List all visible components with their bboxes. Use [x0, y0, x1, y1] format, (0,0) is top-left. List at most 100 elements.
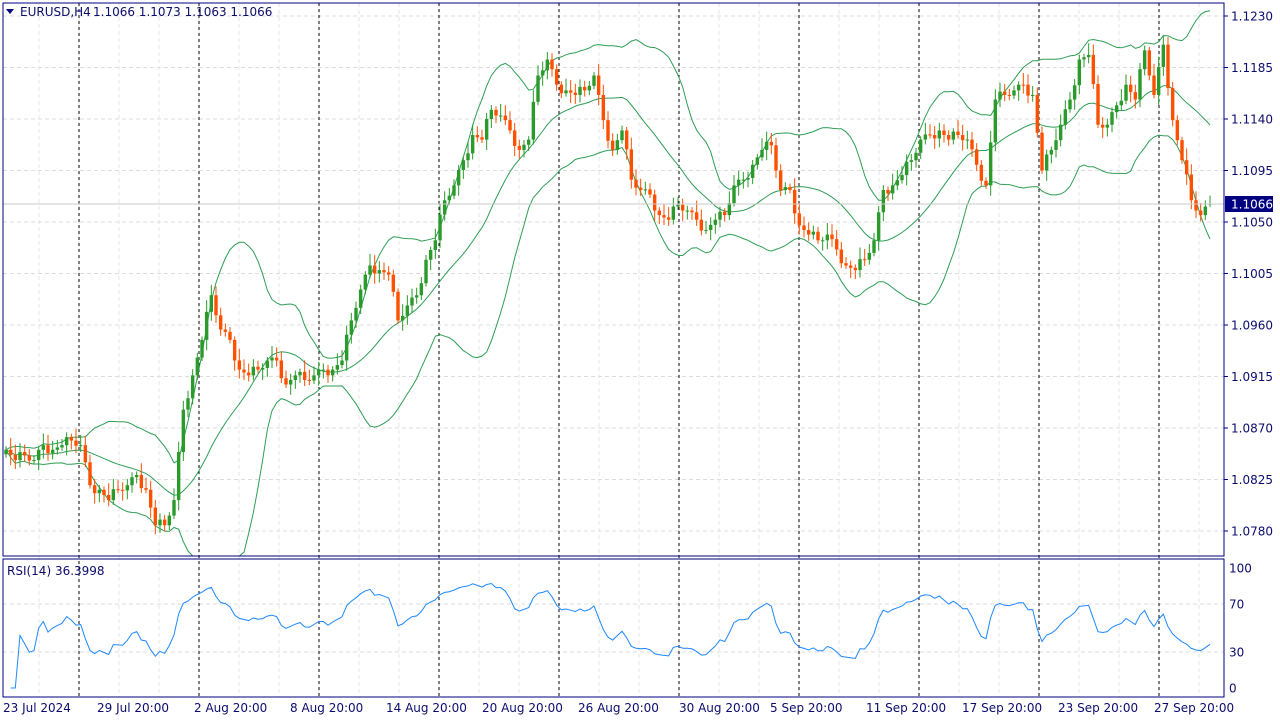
candle-body: [4, 449, 8, 455]
candle-body: [984, 180, 988, 186]
candle-body: [321, 369, 326, 371]
candle-body: [1166, 44, 1170, 89]
candle-body: [466, 153, 470, 161]
candle-body: [447, 195, 452, 201]
candle-body: [601, 94, 606, 121]
candle-body: [1128, 84, 1133, 93]
candle-body: [102, 489, 106, 495]
candle-body: [746, 177, 750, 180]
candle-body: [344, 334, 349, 361]
candle-body: [428, 250, 433, 260]
candle-body: [1030, 94, 1035, 96]
candle-body: [116, 489, 120, 491]
candle-body: [1091, 54, 1096, 85]
candle-body: [629, 149, 634, 180]
candle-body: [722, 211, 727, 216]
candle[interactable]: [200, 336, 204, 362]
candle-body: [522, 144, 526, 150]
candle-body: [195, 357, 200, 376]
candle-body: [1068, 99, 1072, 110]
candle-body: [125, 485, 130, 491]
candle-body: [526, 139, 531, 145]
candle-body: [610, 140, 615, 150]
time-tick-label: 30 Aug 20:00: [679, 701, 760, 715]
candle-body: [788, 187, 792, 190]
candle-body: [27, 455, 32, 461]
candle-body: [1100, 124, 1105, 128]
candle[interactable]: [1166, 37, 1170, 96]
candle-body: [256, 366, 260, 370]
candle-body: [144, 488, 148, 490]
candle-body: [41, 445, 46, 450]
candle-body: [181, 409, 186, 453]
candle-body: [1049, 149, 1054, 155]
candle-body: [330, 369, 335, 376]
rsi-tick-label: 70: [1229, 598, 1244, 612]
candle-body: [316, 369, 321, 376]
candle-body: [764, 141, 769, 150]
candle-body: [699, 219, 704, 231]
candle-body: [1147, 50, 1152, 76]
candle-body: [1063, 109, 1068, 125]
candle-body: [844, 263, 848, 266]
candle-body: [88, 462, 92, 486]
candle-body: [783, 187, 788, 190]
candle-body: [890, 185, 895, 194]
candle-body: [494, 109, 498, 116]
candle-body: [853, 267, 858, 271]
time-tick-label: 26 Aug 20:00: [578, 701, 659, 715]
candle[interactable]: [1147, 46, 1152, 81]
time-tick-label: 5 Sep 20:00: [770, 701, 842, 715]
candle-body: [806, 230, 811, 235]
candle-body: [232, 339, 237, 361]
candle-body: [260, 367, 265, 370]
candle-body: [1203, 206, 1208, 216]
candle[interactable]: [396, 288, 400, 324]
chart-window[interactable]: 1.1230 1.1185 1.1140 1.1095 1.1050 1.1005 1.09…: [0, 0, 1280, 720]
candle-body: [456, 169, 461, 186]
candle-body: [293, 375, 298, 380]
candle-body: [452, 185, 456, 196]
candle[interactable]: [181, 400, 186, 461]
candle-body: [246, 372, 251, 376]
candle-body: [158, 519, 162, 526]
candle-body: [550, 59, 554, 70]
candle-body: [750, 164, 755, 178]
candle-body: [900, 175, 904, 181]
candle-body: [830, 234, 834, 240]
candle-body: [1152, 75, 1156, 95]
background: [0, 0, 1280, 720]
candle-body: [106, 494, 111, 501]
candle-body: [83, 445, 88, 463]
price-tick-label: 1.0960: [1231, 319, 1273, 333]
candle-body: [270, 357, 274, 361]
candle-body: [736, 179, 741, 186]
candle-body: [904, 161, 909, 176]
time-tick-label: 23 Sep 20:00: [1058, 701, 1138, 715]
candle-body: [1035, 94, 1040, 133]
candle-body: [1054, 140, 1058, 150]
candle-body: [923, 134, 928, 140]
candle-body: [484, 119, 489, 140]
candle-body: [648, 189, 652, 195]
candle[interactable]: [1040, 126, 1044, 174]
candle-body: [1072, 85, 1077, 100]
candle-body: [960, 135, 965, 141]
candle-body: [918, 139, 923, 153]
candle-body: [545, 59, 550, 71]
candle-body: [643, 189, 648, 191]
candle[interactable]: [1170, 81, 1175, 127]
candle-body: [685, 210, 690, 212]
candle-body: [382, 270, 386, 273]
candle[interactable]: [1180, 136, 1184, 164]
price-tick-label: 1.1140: [1231, 113, 1273, 127]
candle-body: [410, 297, 414, 306]
price-tick-label: 1.1185: [1231, 61, 1273, 75]
candle-body: [914, 152, 918, 161]
candle-body: [377, 270, 382, 274]
candle-body: [442, 200, 447, 215]
time-tick-label: 23 Jul 2024: [3, 701, 71, 715]
price-tick-label: 1.0915: [1231, 370, 1273, 384]
candle-body: [881, 189, 886, 213]
candle-body: [564, 90, 568, 94]
